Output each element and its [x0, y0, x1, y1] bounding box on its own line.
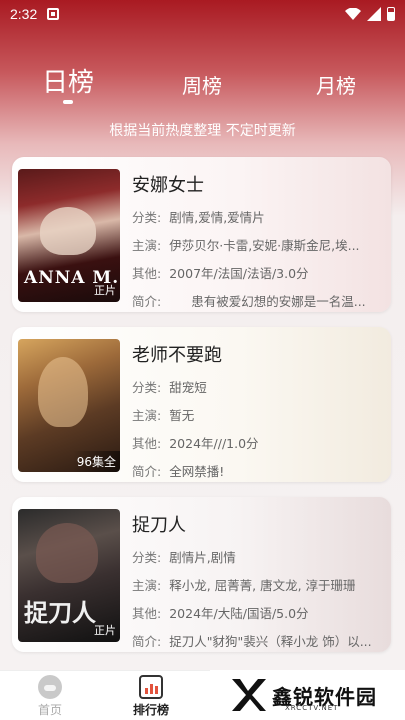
nav-ranking[interactable]: 排行榜 [121, 675, 181, 718]
movie-genre: 剧情片,剧情 [169, 550, 236, 565]
intro-label: 简介: [132, 464, 162, 479]
movie-intro: 患有被爱幻想的安娜是一名温... [191, 294, 366, 309]
nav-home-label: 首页 [37, 703, 62, 717]
movie-other: 2007年/法国/法语/3.0分 [169, 266, 309, 281]
tab-daily[interactable]: 日榜 [42, 62, 94, 99]
movie-intro-row: 简介: 全网禁播! [132, 461, 381, 480]
status-bar: 2:32 [0, 0, 405, 28]
poster-badge: 正片 [94, 284, 116, 297]
movie-cast-row: 主演: 伊莎贝尔·卡雷,安妮·康斯金尼,埃... [132, 235, 381, 254]
ranking-subtitle: 根据当前热度整理 不定时更新 [109, 123, 296, 139]
watermark-url: XRCCTV.NET [285, 704, 339, 712]
movie-other-row: 其他: 2024年/大陆/国语/5.0分 [132, 603, 381, 622]
cast-label: 主演: [132, 578, 162, 593]
movie-other: 2024年///1.0分 [169, 436, 259, 451]
home-icon [38, 675, 62, 699]
movie-cast: 伊莎贝尔·卡雷,安妮·康斯金尼,埃... [169, 238, 360, 253]
movie-cast-row: 主演: 释小龙, 屈菁菁, 唐文龙, 淳于珊珊 [132, 575, 381, 594]
watermark-logo-icon [232, 679, 266, 711]
movie-cast: 释小龙, 屈菁菁, 唐文龙, 淳于珊珊 [169, 578, 356, 593]
nav-ranking-label: 排行榜 [132, 703, 169, 717]
intro-label: 简介: [132, 294, 162, 309]
tab-weekly[interactable]: 周榜 [182, 70, 222, 99]
movie-title: 老师不要跑 [132, 345, 222, 366]
movie-info: 老师不要跑 分类: 甜宠短 主演: 暂无 其他: 2024年///1.0分 简介: 全网… [132, 341, 381, 482]
status-icons [345, 7, 395, 21]
movie-card[interactable]: 96集全 老师不要跑 分类: 甜宠短 主演: 暂无 其他: 2024年///1.0分 … [12, 327, 391, 482]
movie-cast-row: 主演: 暂无 [132, 405, 381, 424]
movie-info: 安娜女士 分类: 剧情,爱情,爱情片 主演: 伊莎贝尔·卡雷,安妮·康斯金尼,埃..… [132, 171, 381, 312]
poster-figure [40, 207, 96, 255]
tab-indicator [63, 100, 73, 104]
movie-genre: 剧情,爱情,爱情片 [169, 210, 265, 225]
movie-poster[interactable]: ANNA M. 正片 [18, 169, 120, 302]
other-label: 其他: [132, 606, 162, 621]
movie-intro-row: 简介: 患有被爱幻想的安娜是一名温... [132, 291, 381, 310]
poster-figure [36, 523, 98, 583]
ranking-tabs: 日榜 周榜 月榜 [0, 62, 405, 112]
movie-title: 安娜女士 [132, 175, 204, 196]
movie-genre-row: 分类: 剧情,爱情,爱情片 [132, 207, 381, 226]
poster-title: 捉刀人 [24, 598, 96, 627]
movie-card[interactable]: ANNA M. 正片 安娜女士 分类: 剧情,爱情,爱情片 主演: 伊莎贝尔·卡雷,… [12, 157, 391, 312]
other-label: 其他: [132, 436, 162, 451]
nav-home[interactable]: 首页 [20, 675, 80, 718]
movie-genre: 甜宠短 [169, 380, 207, 395]
poster-badge: 正片 [94, 624, 116, 637]
movie-intro: 全网禁播! [169, 464, 225, 479]
other-label: 其他: [132, 266, 162, 281]
movie-info: 捉刀人 分类: 剧情片,剧情 主演: 释小龙, 屈菁菁, 唐文龙, 淳于珊珊 其他:… [132, 511, 381, 652]
movie-other-row: 其他: 2007年/法国/法语/3.0分 [132, 263, 381, 282]
movie-intro-row: 简介: 捉刀人"豺狗"裴兴（释小龙 饰）以... [132, 631, 381, 650]
status-time: 2:32 [10, 6, 38, 22]
cast-label: 主演: [132, 238, 162, 253]
ranking-icon [139, 675, 163, 699]
wifi-icon [345, 8, 361, 20]
signal-icon [367, 7, 381, 21]
movie-title: 捉刀人 [132, 515, 186, 536]
movie-cast: 暂无 [169, 408, 195, 423]
movie-intro: 捉刀人"豺狗"裴兴（释小龙 饰）以... [169, 634, 372, 649]
movie-card[interactable]: 捉刀人 正片 捉刀人 分类: 剧情片,剧情 主演: 释小龙, 屈菁菁, 唐文龙, 淳… [12, 497, 391, 652]
poster-episode-badge: 96集全 [72, 451, 120, 472]
notification-icon [47, 8, 60, 20]
genre-label: 分类: [132, 210, 162, 225]
movie-other: 2024年/大陆/国语/5.0分 [169, 606, 309, 621]
poster-figure [38, 357, 88, 427]
movie-genre-row: 分类: 剧情片,剧情 [132, 547, 381, 566]
movie-poster[interactable]: 96集全 [18, 339, 120, 472]
movie-genre-row: 分类: 甜宠短 [132, 377, 381, 396]
watermark: 鑫锐软件园 [210, 670, 405, 720]
battery-icon [387, 7, 395, 21]
movie-poster[interactable]: 捉刀人 正片 [18, 509, 120, 642]
genre-label: 分类: [132, 380, 162, 395]
genre-label: 分类: [132, 550, 162, 565]
tab-monthly[interactable]: 月榜 [316, 70, 356, 99]
cast-label: 主演: [132, 408, 162, 423]
intro-label: 简介: [132, 634, 162, 649]
movie-other-row: 其他: 2024年///1.0分 [132, 433, 381, 452]
